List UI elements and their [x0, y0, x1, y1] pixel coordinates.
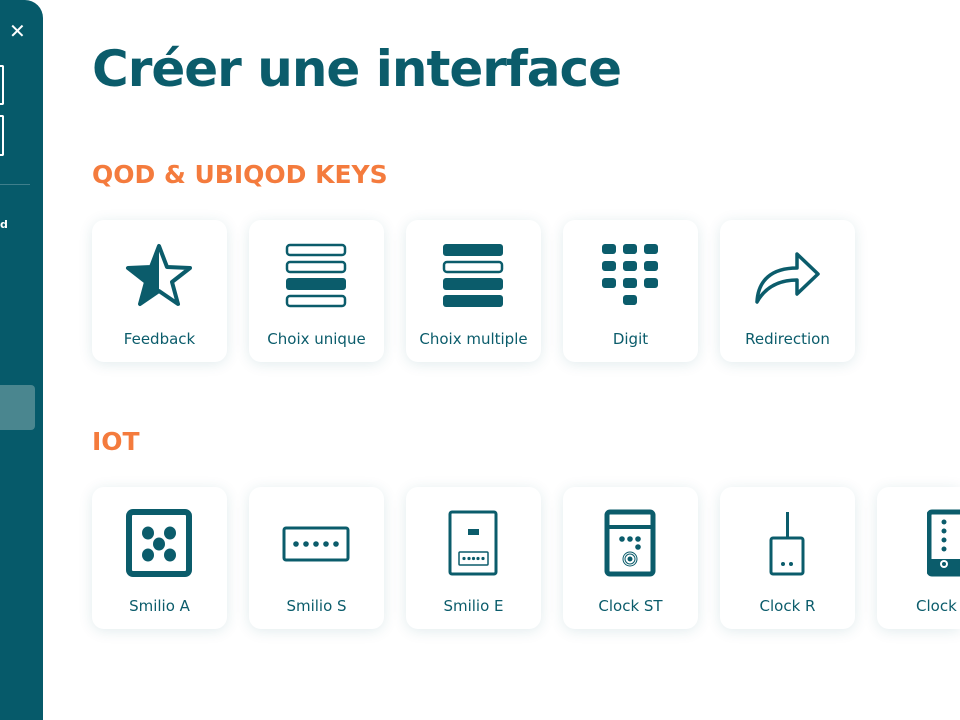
card-label: Clock R — [759, 597, 816, 615]
close-icon[interactable]: ✕ — [9, 21, 26, 41]
card-label: Choix unique — [267, 330, 366, 348]
card-clock-st[interactable]: Clock ST — [563, 487, 698, 629]
card-label: Smilio S — [286, 597, 347, 615]
sidebar-active-item[interactable] — [0, 385, 35, 430]
card-choix-unique[interactable]: Choix unique — [249, 220, 384, 362]
clock-r-icon — [769, 512, 805, 576]
card-label: Clock ST — [598, 597, 663, 615]
card-label: Feedback — [123, 330, 196, 348]
card-smilio-e[interactable]: Smilio E — [406, 487, 541, 629]
card-smilio-s[interactable]: Smilio S — [249, 487, 384, 629]
card-clock[interactable]: Clock — [877, 487, 960, 629]
card-smilio-a[interactable]: Smilio A — [92, 487, 227, 629]
sidebar-text: d — [0, 218, 8, 231]
card-clock-r[interactable]: Clock R — [720, 487, 855, 629]
page-title: Créer une interface — [92, 40, 622, 98]
section-title-iot: IOT — [92, 427, 140, 456]
card-label: Digit — [612, 330, 649, 348]
sidebar-divider — [0, 184, 30, 185]
card-label: Clock — [916, 597, 957, 615]
card-label: Choix multiple — [419, 330, 528, 348]
section-title-keys: QOD & UBIQOD KEYS — [92, 160, 388, 189]
sidebar: ✕ d — [0, 0, 43, 720]
redirect-arrow-icon — [755, 252, 820, 304]
card-digit[interactable]: Digit — [563, 220, 698, 362]
sidebar-item-box[interactable] — [0, 65, 4, 105]
clock-icon — [927, 509, 960, 577]
card-choix-multiple[interactable]: Choix multiple — [406, 220, 541, 362]
keypad-icon — [602, 244, 658, 305]
card-label: Redirection — [745, 330, 830, 348]
card-redirection[interactable]: Redirection — [720, 220, 855, 362]
sidebar-item-box[interactable] — [0, 115, 4, 156]
star-half-icon — [126, 244, 192, 306]
smilio-a-icon — [126, 509, 192, 577]
card-label: Smilio A — [129, 597, 190, 615]
smilio-e-icon — [448, 510, 498, 576]
smilio-s-icon — [282, 526, 350, 562]
card-feedback[interactable]: Feedback — [92, 220, 227, 362]
multiple-choice-icon — [442, 244, 504, 307]
card-label: Smilio E — [443, 597, 504, 615]
single-choice-icon — [285, 243, 347, 308]
clock-st-icon — [604, 509, 656, 577]
